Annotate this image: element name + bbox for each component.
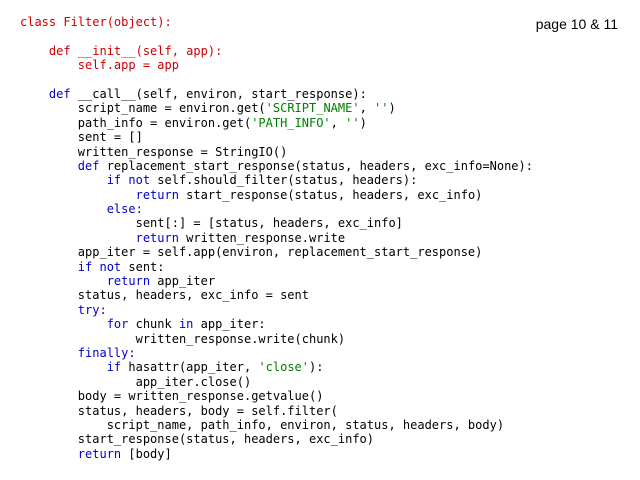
code-token: status, headers, body = self.filter( <box>20 403 338 418</box>
code-line: app_iter.close() <box>20 375 533 389</box>
code-token: chunk <box>128 317 179 332</box>
code-token: sent[:] = [status, headers, exc_info] <box>20 216 403 231</box>
code-line: def __call__(self, environ, start_respon… <box>20 87 533 101</box>
code-line: try: <box>20 303 533 317</box>
code-token: sent = [] <box>20 130 143 145</box>
code-line: class Filter(object): <box>20 15 533 29</box>
code-token: written_response = StringIO() <box>20 144 288 159</box>
code-token: start_response(status, headers, exc_info… <box>178 187 483 202</box>
code-line: return written_response.write <box>20 231 533 245</box>
code-line: else: <box>20 202 533 216</box>
code-token: '' <box>374 101 389 116</box>
code-line: return start_response(status, headers, e… <box>20 188 533 202</box>
code-line: if hasattr(app_iter, 'close'): <box>20 360 533 374</box>
code-token: '' <box>345 115 360 130</box>
code-token: return <box>20 274 151 289</box>
code-token: return <box>20 230 179 245</box>
code-line: finally: <box>20 346 533 360</box>
code-token: 'SCRIPT_NAME' <box>265 101 360 116</box>
code-token: return <box>20 446 122 461</box>
code-line: start_response(status, headers, exc_info… <box>20 432 533 446</box>
code-token: in <box>178 317 194 332</box>
code-token: app_iter.close() <box>20 374 252 389</box>
code-line: def replacement_start_response(status, h… <box>20 159 533 173</box>
code-token: if not <box>20 259 122 274</box>
code-line: self.app = app <box>20 58 533 72</box>
code-token: if <box>20 360 122 375</box>
code-token: return <box>20 187 179 202</box>
code-token: ) <box>388 101 396 116</box>
code-token: hasattr(app_iter, <box>121 360 259 375</box>
code-token: try: <box>20 302 107 317</box>
code-line: sent = [] <box>20 130 533 144</box>
code-token: app_iter: <box>193 317 266 332</box>
code-token: else: <box>20 202 143 217</box>
code-token: start_response(status, headers, exc_info… <box>20 432 375 447</box>
code-token: def <box>20 158 100 173</box>
code-token: class Filter(object): <box>20 15 172 29</box>
code-token: def <box>20 86 71 101</box>
code-token: script_name = environ.get( <box>20 101 266 116</box>
code-line: return app_iter <box>20 274 533 288</box>
code-line: written_response = StringIO() <box>20 145 533 159</box>
code-token: ) <box>359 115 367 130</box>
code-token: , <box>330 115 346 130</box>
code-line: script_name, path_info, environ, status,… <box>20 418 533 432</box>
code-token: body = written_response.getvalue() <box>20 389 324 404</box>
code-token: if not <box>20 173 151 188</box>
code-line: def __init__(self, app): <box>20 44 533 58</box>
code-token: status, headers, exc_info = sent <box>20 288 309 303</box>
code-line: status, headers, body = self.filter( <box>20 404 533 418</box>
page-reference: page 10 & 11 <box>535 16 618 32</box>
code-token: 'PATH_INFO' <box>251 115 331 130</box>
code-token: self.should_filter(status, headers): <box>150 173 418 188</box>
code-line: body = written_response.getvalue() <box>20 389 533 403</box>
code-token: sent: <box>121 259 165 274</box>
code-line: app_iter = self.app(environ, replacement… <box>20 245 533 259</box>
code-line: status, headers, exc_info = sent <box>20 288 533 302</box>
code-token: script_name, path_info, environ, status,… <box>20 417 505 432</box>
code-token: app_iter = self.app(environ, replacement… <box>20 245 483 260</box>
code-token: ): <box>309 360 324 375</box>
code-token: path_info = environ.get( <box>20 115 252 130</box>
code-line: path_info = environ.get('PATH_INFO', '') <box>20 116 533 130</box>
code-token: written_response.write(chunk) <box>20 331 346 346</box>
code-token: , <box>359 101 375 116</box>
code-line: script_name = environ.get('SCRIPT_NAME',… <box>20 101 533 115</box>
code-line: sent[:] = [status, headers, exc_info] <box>20 216 533 230</box>
code-line: written_response.write(chunk) <box>20 332 533 346</box>
code-token: __call__(self, environ, start_response): <box>70 86 367 101</box>
code-token: def __init__(self, app): <box>20 43 223 58</box>
code-token: 'close' <box>258 360 310 375</box>
code-token: replacement_start_response(status, heade… <box>99 158 533 173</box>
code-block: class Filter(object): def __init__(self,… <box>20 15 533 461</box>
code-token: finally: <box>20 345 136 360</box>
code-token: [body] <box>121 446 172 461</box>
code-line: for chunk in app_iter: <box>20 317 533 331</box>
code-token: for <box>20 317 129 332</box>
code-line: if not sent: <box>20 260 533 274</box>
code-token: self.app = app <box>20 58 179 73</box>
code-line: if not self.should_filter(status, header… <box>20 173 533 187</box>
code-line: return [body] <box>20 447 533 461</box>
code-token: written_response.write <box>178 230 346 245</box>
code-token: app_iter <box>150 274 216 289</box>
